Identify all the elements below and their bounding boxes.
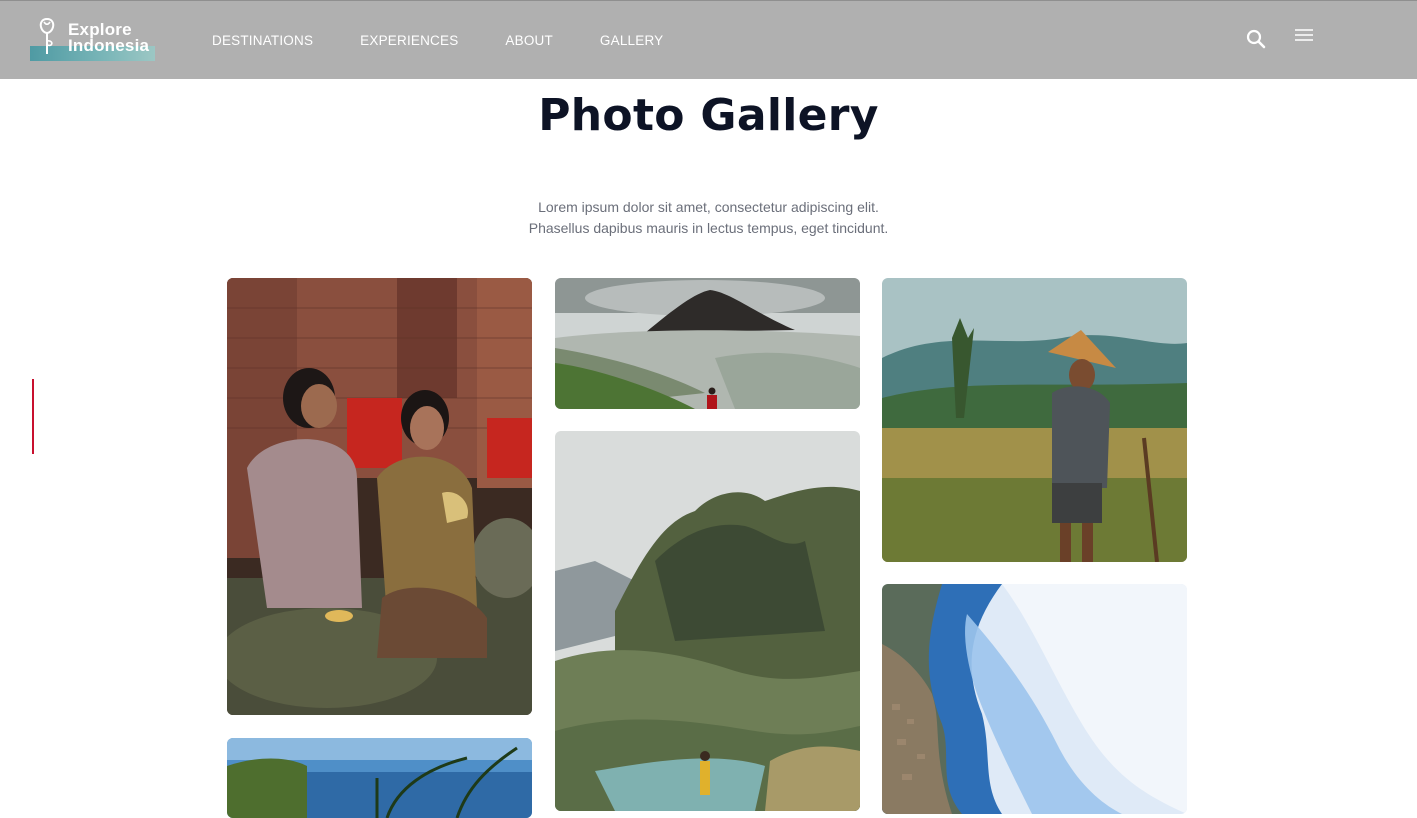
main-nav: DESTINATIONS EXPERIENCES ABOUT GALLERY — [212, 1, 710, 80]
intro-line-2: Phasellus dapibus mauris in lectus tempu… — [528, 220, 889, 236]
rose-icon — [39, 17, 55, 54]
photo-coastline-image — [227, 738, 532, 818]
gallery-photo-coastline[interactable] — [227, 738, 532, 818]
nav-link-experiences[interactable]: EXPERIENCES — [360, 33, 458, 48]
photo-girls-weaving-image — [227, 278, 532, 715]
nav-link-destinations[interactable]: DESTINATIONS — [212, 33, 313, 48]
brand-logo[interactable]: Explore Indonesia — [30, 16, 155, 62]
gallery-photo-cloud-village[interactable] — [882, 584, 1187, 814]
gallery-photo-volcano[interactable] — [555, 278, 860, 409]
intro-line-1: Lorem ipsum dolor sit amet, consectetur … — [538, 199, 879, 215]
gallery-photo-farmer[interactable] — [882, 278, 1187, 562]
brand-line-2: Indonesia — [68, 36, 150, 55]
gallery-photo-girls-weaving[interactable] — [227, 278, 532, 715]
nav-link-gallery[interactable]: GALLERY — [600, 33, 663, 48]
search-button[interactable] — [1244, 27, 1268, 51]
photo-mountains-image — [555, 431, 860, 811]
top-navbar: Explore Indonesia DESTINATIONS EXPERIENC… — [0, 0, 1417, 79]
photo-cloud-village-image — [882, 584, 1187, 814]
side-accent-line — [32, 379, 34, 454]
gallery-photo-mountains[interactable] — [555, 431, 860, 811]
brand-name: Explore Indonesia — [68, 21, 150, 55]
gallery-intro: Lorem ipsum dolor sit amet, consectetur … — [0, 197, 1417, 239]
hamburger-menu-icon — [1295, 29, 1313, 41]
search-icon — [1246, 29, 1266, 49]
photo-volcano-image — [555, 278, 860, 409]
page-title: Photo Gallery — [538, 90, 879, 141]
menu-button[interactable] — [1292, 26, 1316, 46]
photo-farmer-image — [882, 278, 1187, 562]
nav-link-about[interactable]: ABOUT — [505, 33, 553, 48]
